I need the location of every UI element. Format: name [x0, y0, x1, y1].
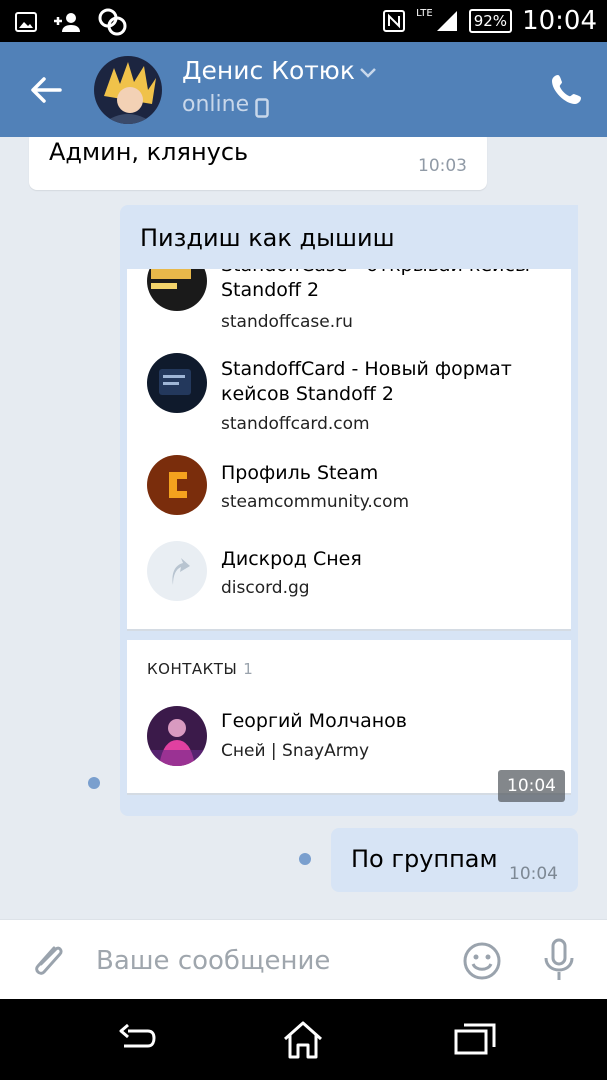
link-title: Дискрод Снея [221, 548, 362, 570]
message-time: 10:04 [509, 864, 558, 884]
link-url: standoffcard.com [221, 414, 370, 434]
message-input[interactable] [96, 942, 426, 980]
message-composer [0, 919, 607, 999]
signal-icon [436, 11, 457, 31]
contact-status: online [182, 92, 250, 117]
back-arrow-icon[interactable] [26, 70, 66, 110]
phone-icon[interactable] [549, 71, 585, 107]
home-icon[interactable] [280, 1017, 326, 1063]
battery-icon: 92% [468, 9, 513, 33]
nfc-icon [383, 10, 406, 32]
link-url: steamcommunity.com [221, 492, 410, 512]
contacts-count: 1 [243, 660, 254, 678]
message-text: Пиздиш как дышиш [140, 224, 395, 252]
link-title: Профиль Steam [221, 462, 379, 484]
status-bar: LTE 92% 10:04 [0, 0, 607, 42]
status-time: 10:04 [522, 6, 597, 36]
avatar[interactable] [94, 56, 162, 124]
link-thumbnail [147, 455, 207, 515]
recent-apps-icon[interactable] [452, 1017, 498, 1063]
contact-name[interactable]: Георгий Молчанов [221, 710, 407, 732]
link-title: StandoffCase - открывай кейсы Standoff 2 [221, 269, 530, 301]
add-contact-icon [54, 13, 80, 32]
chevron-down-icon[interactable] [358, 66, 378, 80]
image-icon [15, 12, 37, 32]
outgoing-message[interactable]: Пиздиш как дышиш StandoffCase - открывай… [120, 205, 578, 816]
link-url: standoffcase.ru [221, 312, 353, 332]
message-text: Админ, клянусь [49, 138, 249, 166]
emoji-icon[interactable] [462, 941, 502, 981]
link-title: StandoffCard - Новый формат кейсов Stand… [221, 358, 512, 405]
contact-avatar[interactable] [147, 706, 207, 766]
contacts-header: КОНТАКТЫ 1 [147, 660, 253, 678]
message-time: 10:03 [418, 156, 467, 176]
contact-name[interactable]: Денис Котюк [182, 56, 355, 85]
conversation-header: Денис Котюк online [0, 42, 607, 137]
mobile-device-icon [255, 98, 269, 118]
location-icon [98, 8, 127, 36]
link-thumbnail [147, 353, 207, 413]
system-navigation-bar [0, 999, 607, 1080]
message-list[interactable]: Админ, клянусь 10:03 Пиздиш как дышиш St… [0, 137, 607, 919]
link-thumbnail [147, 269, 207, 311]
network-type: LTE [416, 7, 433, 19]
message-time: 10:04 [498, 770, 565, 802]
microphone-icon[interactable] [541, 937, 577, 983]
contacts-header-label: КОНТАКТЫ [147, 660, 238, 678]
contact-subtitle: Сней | SnayArmy [221, 741, 370, 761]
link-url: discord.gg [221, 578, 310, 598]
back-nav-icon[interactable] [114, 1017, 160, 1063]
unread-indicator [299, 853, 311, 865]
outgoing-message[interactable]: По группам 10:04 [331, 828, 578, 892]
unread-indicator [88, 777, 100, 789]
message-text: По группам [351, 845, 498, 873]
links-attachment: StandoffCase - открывай кейсы Standoff 2… [127, 269, 571, 631]
paperclip-icon[interactable] [28, 940, 66, 982]
incoming-message[interactable]: Админ, клянусь 10:03 [29, 137, 487, 190]
share-arrow-icon [147, 541, 207, 601]
